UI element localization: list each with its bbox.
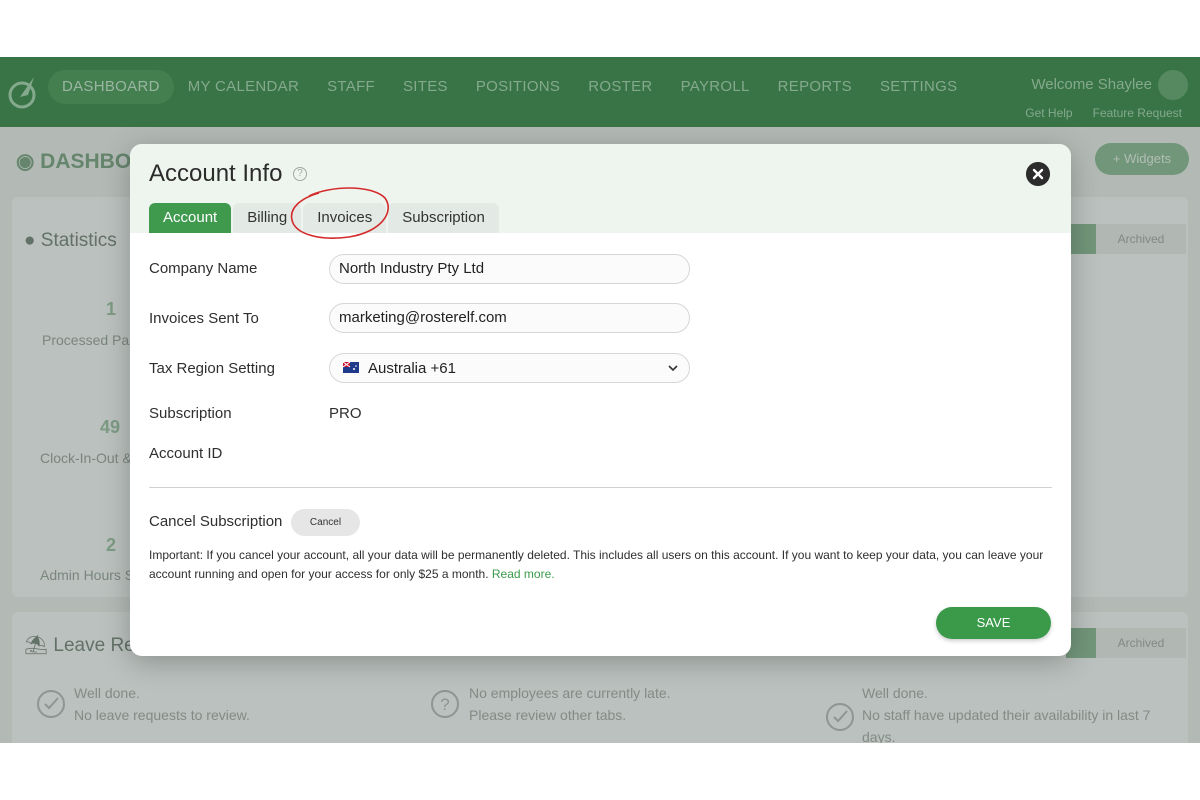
- tab-subscription[interactable]: Subscription: [388, 203, 499, 233]
- section-divider: [149, 487, 1052, 488]
- close-icon[interactable]: [1026, 162, 1050, 186]
- cancel-subscription-button[interactable]: Cancel: [291, 509, 360, 536]
- modal-title: Account Info: [149, 160, 283, 187]
- invoices-sent-to-label: Invoices Sent To: [149, 310, 259, 327]
- account-id-label: Account ID: [149, 445, 223, 462]
- account-info-modal: Account Info ? Account Billing Invoices …: [130, 144, 1071, 656]
- company-name-label: Company Name: [149, 260, 258, 277]
- invoices-email-input[interactable]: marketing@rosterelf.com: [329, 303, 690, 333]
- cancel-notice-text: Important: If you cancel your account, a…: [149, 548, 1044, 581]
- chevron-down-icon: [668, 365, 678, 372]
- tax-region-value: Australia +61: [368, 360, 456, 377]
- tab-account[interactable]: Account: [149, 203, 232, 233]
- read-more-link[interactable]: Read more.: [492, 567, 555, 581]
- help-icon[interactable]: ?: [293, 167, 307, 181]
- cancel-subscription-label: Cancel Subscription: [149, 513, 283, 530]
- subscription-label: Subscription: [149, 405, 232, 422]
- subscription-value: PRO: [329, 405, 362, 422]
- tax-region-label: Tax Region Setting: [149, 360, 275, 377]
- australia-flag-icon: [343, 362, 359, 373]
- cancel-notice: Important: If you cancel your account, a…: [149, 546, 1054, 584]
- app-screen: DASHBOARD MY CALENDAR STAFF SITES POSITI…: [0, 57, 1200, 743]
- save-button[interactable]: SAVE: [936, 607, 1051, 639]
- annotation-circle: [290, 187, 389, 239]
- tax-region-select[interactable]: Australia +61: [329, 353, 690, 383]
- company-name-input[interactable]: North Industry Pty Ltd: [329, 254, 690, 284]
